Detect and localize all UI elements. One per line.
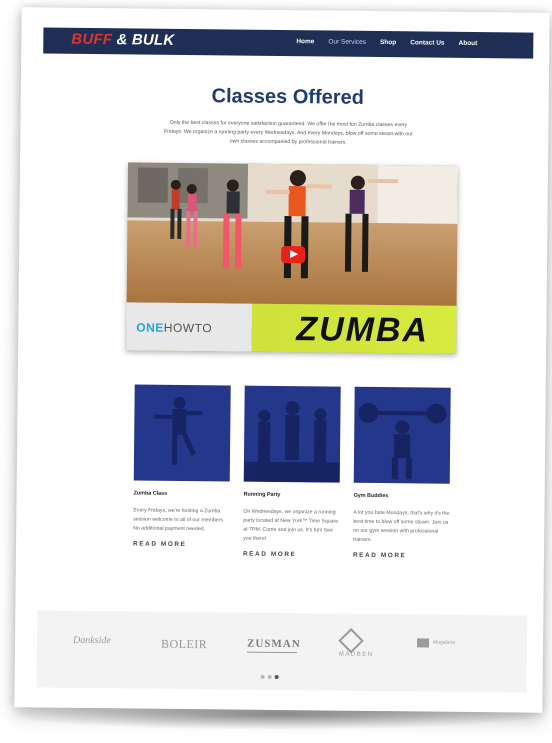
card-gym: Gym Buddies A lot you hate Mondays, that…: [353, 386, 451, 560]
card-title: Gym Buddies: [353, 492, 389, 500]
nav-about[interactable]: About: [459, 40, 478, 47]
card-zumba-image: [133, 384, 231, 482]
site-logo[interactable]: BUFF & BULK: [71, 31, 174, 49]
logo-bulk: & BULK: [112, 31, 175, 49]
partner-logos: Dankside BOLEIR ZUSMAN MADBEN Mugaluna: [36, 610, 528, 693]
class-cards: Zumba Class Every Fridays, we're hosting…: [133, 384, 455, 559]
video-frame-image: [126, 162, 459, 306]
read-more-link[interactable]: READ MORE: [353, 552, 449, 560]
card-gym-image: [353, 386, 451, 484]
partner-logo-dankside: Dankside: [72, 634, 111, 647]
card-running-image: [243, 385, 341, 483]
page-mockup: BUFF & BULK Home Our Services Shop Conta…: [14, 7, 550, 713]
madben-mark-icon: [338, 628, 364, 654]
card-running: Running Party On Wednesdays, we organize…: [243, 385, 341, 559]
intro-text: Only the best classes for everyone satis…: [163, 119, 413, 146]
nav-links: Home Our Services Shop Contact Us About: [296, 38, 477, 47]
nav-contact-us[interactable]: Contact Us: [410, 39, 444, 46]
read-more-link[interactable]: READ MORE: [133, 540, 229, 548]
carousel-dot[interactable]: [267, 674, 272, 679]
carousel-dot-active[interactable]: [274, 674, 279, 679]
read-more-link[interactable]: READ MORE: [243, 551, 339, 559]
brand-howto: HOWTO: [163, 320, 213, 336]
carousel-dot[interactable]: [260, 674, 265, 679]
nav-our-services[interactable]: Our Services: [328, 38, 366, 45]
partner-divider: [246, 651, 297, 654]
card-text: On Wednesdays, we organize a running par…: [243, 508, 339, 542]
zumba-brand: ZUMBA: [296, 310, 430, 350]
partner-logo-zusman: ZUSMAN: [246, 637, 301, 651]
carousel-dots: [260, 674, 279, 679]
card-text: Every Fridays, we're hosting a Zumba ses…: [133, 507, 225, 533]
partner-logo-boleir: BOLEIR: [160, 636, 208, 652]
onehowto-brand: ONEHOWTO: [136, 320, 212, 335]
page-title: Classes Offered: [211, 85, 365, 109]
website-page: BUFF & BULK Home Our Services Shop Conta…: [36, 27, 534, 693]
card-title: Zumba Class: [133, 490, 168, 497]
video-brand-banner: ONEHOWTO ZUMBA: [126, 302, 457, 354]
nav-home[interactable]: Home: [296, 38, 314, 45]
logo-buff: BUFF: [71, 30, 113, 49]
partner-logo-mugaluna: Mugaluna: [433, 639, 456, 646]
brand-one: ONE: [136, 320, 164, 335]
card-title: Running Party: [243, 491, 281, 498]
card-zumba: Zumba Class Every Fridays, we're hosting…: [133, 384, 231, 548]
video-player[interactable]: ONEHOWTO ZUMBA: [126, 162, 459, 354]
card-text: A lot you hate Mondays, that's why it's …: [353, 509, 450, 543]
mugaluna-mark-icon: [416, 638, 430, 648]
top-nav: BUFF & BULK Home Our Services Shop Conta…: [43, 27, 534, 59]
play-button[interactable]: [281, 245, 306, 264]
nav-shop[interactable]: Shop: [380, 39, 396, 46]
partner-logo-madben: MADBEN: [338, 651, 374, 658]
